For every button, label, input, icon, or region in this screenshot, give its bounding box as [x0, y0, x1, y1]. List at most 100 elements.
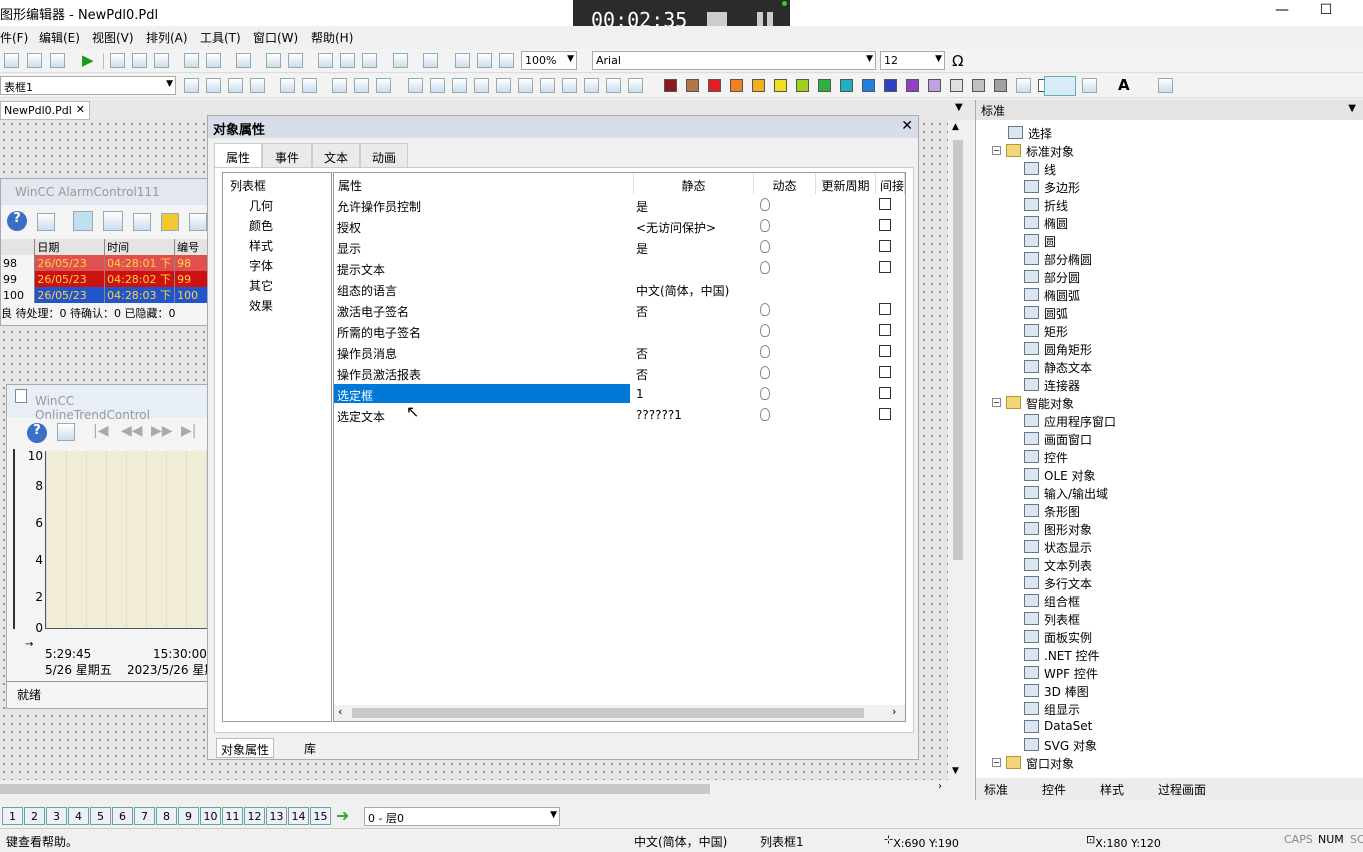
front-icon[interactable]: [228, 78, 243, 93]
property-static[interactable]: 否: [636, 366, 648, 383]
folder-icon[interactable]: [340, 53, 355, 68]
fill-color-icon[interactable]: [1082, 78, 1097, 93]
eyedropper-icon[interactable]: [1158, 78, 1173, 93]
help-pointer-icon[interactable]: [423, 53, 438, 68]
tree-item-geometry[interactable]: 几何: [249, 197, 273, 214]
zoom-in-icon[interactable]: [455, 53, 470, 68]
wand2-icon[interactable]: [302, 78, 317, 93]
menu-edit[interactable]: 编辑(E): [39, 29, 80, 46]
dialog-close-icon[interactable]: ✕: [901, 118, 913, 134]
table-row[interactable]: 100 26/05/23 04:28:03 下 100: [1, 287, 209, 303]
layer-button[interactable]: 12: [244, 807, 265, 825]
layer-button[interactable]: 8: [156, 807, 177, 825]
col-static[interactable]: 静态: [634, 173, 754, 194]
same-width-icon[interactable]: [584, 78, 599, 93]
property-row[interactable]: 显示 是: [334, 237, 905, 258]
bottom-tab-properties[interactable]: 对象属性: [216, 738, 275, 758]
align-right-icon[interactable]: [430, 78, 445, 93]
indirect-checkbox[interactable]: [879, 303, 891, 315]
trend-control[interactable]: WinCC OnlineTrendControl ? |◀ ◀◀ ▶▶ ▶| 1…: [6, 384, 216, 709]
grid-icon[interactable]: [266, 53, 281, 68]
tree-item-listbox[interactable]: 列表框: [230, 177, 266, 194]
ack-group-icon[interactable]: [103, 211, 123, 231]
property-row[interactable]: 选定文本 ??????1: [334, 405, 905, 426]
menu-tools[interactable]: 工具(T): [200, 29, 241, 46]
col-attribute[interactable]: 属性: [334, 173, 634, 194]
first-icon[interactable]: |◀: [93, 423, 108, 439]
redo-icon[interactable]: [206, 53, 221, 68]
properties-icon[interactable]: [393, 53, 408, 68]
layer-button[interactable]: 2: [24, 807, 45, 825]
prev-icon[interactable]: ◀◀: [121, 423, 143, 439]
col-date[interactable]: 日期: [34, 239, 106, 255]
center-h-icon[interactable]: [496, 78, 511, 93]
run-icon[interactable]: ▶: [82, 51, 94, 69]
special-char-icon[interactable]: Ω: [952, 52, 963, 70]
tree-item-misc[interactable]: 其它: [249, 277, 273, 294]
property-row[interactable]: 激活电子签名 否: [334, 300, 905, 321]
open-icon[interactable]: [27, 53, 42, 68]
color-swatch[interactable]: [950, 79, 963, 92]
layer-button[interactable]: 5: [90, 807, 111, 825]
indirect-checkbox[interactable]: [879, 198, 891, 210]
property-static[interactable]: 是: [636, 240, 648, 257]
rotate-icon[interactable]: [376, 78, 391, 93]
dynamic-bulb-icon[interactable]: [760, 387, 770, 400]
maximize-button[interactable]: ☐: [1311, 2, 1341, 18]
dynamic-bulb-icon[interactable]: [760, 219, 770, 232]
indirect-checkbox[interactable]: [879, 324, 891, 336]
property-row[interactable]: 提示文本: [334, 258, 905, 279]
zoom-combo[interactable]: 100% ▼: [521, 51, 577, 70]
trend-plot[interactable]: [45, 451, 215, 629]
tree-item-colors[interactable]: 颜色: [249, 217, 273, 234]
indirect-checkbox[interactable]: [879, 240, 891, 252]
new-icon[interactable]: [4, 53, 19, 68]
property-static[interactable]: <无访问保护>: [636, 219, 716, 236]
save-icon[interactable]: [50, 53, 65, 68]
wand-icon[interactable]: [280, 78, 295, 93]
palette-tab-styles[interactable]: 样式: [1100, 781, 1124, 798]
color-swatch[interactable]: [796, 79, 809, 92]
menu-file[interactable]: 件(F): [0, 29, 28, 46]
bottom-tab-library[interactable]: 库: [300, 738, 320, 758]
doc-tab[interactable]: NewPdl0.Pdl ✕: [0, 101, 90, 120]
layer-button[interactable]: 4: [68, 807, 89, 825]
property-grid[interactable]: 属性 静态 动态 更新周期 间接 允许操作员控制是授权 <无访问保护> 显示是提示文…: [333, 172, 906, 722]
font-size-combo[interactable]: 12 ▼: [880, 51, 945, 70]
property-static[interactable]: 中文(简体，中国): [636, 282, 729, 299]
property-row[interactable]: 授权 <无访问保护>: [334, 216, 905, 237]
property-row[interactable]: 允许操作员控制 是: [334, 195, 905, 216]
back-icon[interactable]: [250, 78, 265, 93]
tab-dropdown-icon[interactable]: ▼: [955, 102, 963, 113]
color-swatch[interactable]: [664, 79, 677, 92]
line-color-button[interactable]: [1044, 76, 1076, 96]
space-h-icon[interactable]: [540, 78, 555, 93]
color-swatch[interactable]: [906, 79, 919, 92]
layer-button[interactable]: 3: [46, 807, 67, 825]
palette-dropdown-icon[interactable]: ▼: [1348, 103, 1356, 114]
group-icon[interactable]: [184, 78, 199, 93]
tree-item-font[interactable]: 字体: [249, 257, 273, 274]
snap-icon[interactable]: [288, 53, 303, 68]
menu-view[interactable]: 视图(V): [92, 29, 134, 46]
color-swatch[interactable]: [862, 79, 875, 92]
ungroup-icon[interactable]: [206, 78, 221, 93]
dynamic-bulb-icon[interactable]: [760, 366, 770, 379]
col-dynamic[interactable]: 动态: [754, 173, 816, 194]
indirect-checkbox[interactable]: [879, 387, 891, 399]
property-tree[interactable]: 列表框 几何 颜色 样式 字体 其它 效果: [222, 172, 332, 722]
layer-button[interactable]: 9: [178, 807, 199, 825]
color-swatch[interactable]: [752, 79, 765, 92]
next-layer-icon[interactable]: ➜: [336, 806, 349, 825]
color-swatch[interactable]: [774, 79, 787, 92]
copy-icon[interactable]: [132, 53, 147, 68]
print-icon[interactable]: [236, 53, 251, 68]
last-icon[interactable]: ▶|: [181, 423, 196, 439]
layer-button[interactable]: 14: [288, 807, 309, 825]
history-icon[interactable]: [133, 213, 151, 231]
grid-horizontal-scrollbar[interactable]: ‹ ›: [334, 705, 905, 721]
font-combo[interactable]: Arial ▼: [592, 51, 876, 70]
table-row[interactable]: 99 26/05/23 04:28:02 下 99: [1, 271, 209, 287]
palette-tab-standard[interactable]: 标准: [984, 781, 1008, 798]
layer-button[interactable]: 11: [222, 807, 243, 825]
